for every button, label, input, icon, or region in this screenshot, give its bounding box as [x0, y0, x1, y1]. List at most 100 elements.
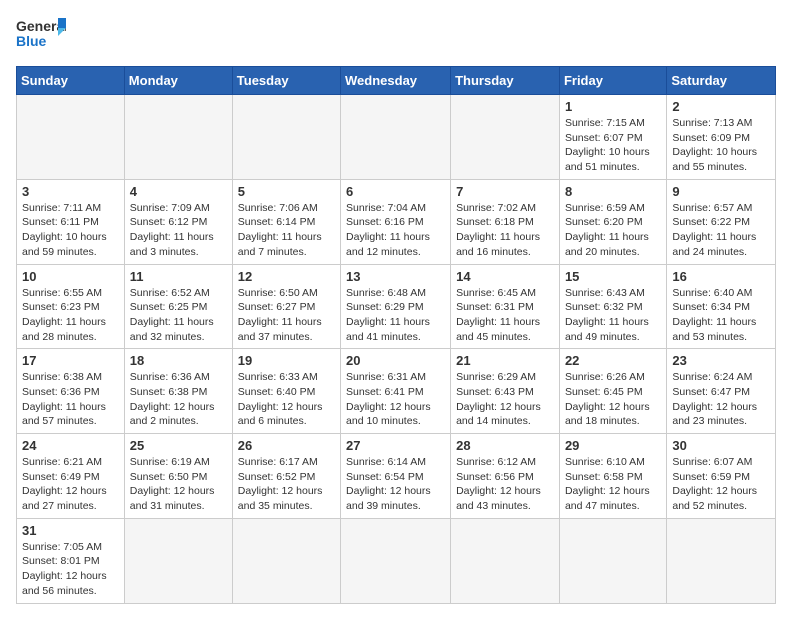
day-info: Sunrise: 6:29 AMSunset: 6:43 PMDaylight:…: [456, 370, 554, 429]
calendar-cell: 28 Sunrise: 6:12 AMSunset: 6:56 PMDayligh…: [451, 434, 560, 519]
day-number: 12: [238, 269, 335, 284]
day-number: 9: [672, 184, 770, 199]
logo: General Blue: [16, 16, 66, 56]
calendar-week-row: 10 Sunrise: 6:55 AMSunset: 6:23 PMDayligh…: [17, 264, 776, 349]
day-info: Sunrise: 7:09 AMSunset: 6:12 PMDaylight:…: [130, 201, 227, 260]
day-number: 30: [672, 438, 770, 453]
calendar-week-row: 17 Sunrise: 6:38 AMSunset: 6:36 PMDayligh…: [17, 349, 776, 434]
day-number: 2: [672, 99, 770, 114]
day-header-friday: Friday: [559, 67, 666, 95]
calendar-table: SundayMondayTuesdayWednesdayThursdayFrid…: [16, 66, 776, 604]
day-number: 14: [456, 269, 554, 284]
calendar-cell: [451, 95, 560, 180]
day-info: Sunrise: 6:38 AMSunset: 6:36 PMDaylight:…: [22, 370, 119, 429]
day-number: 4: [130, 184, 227, 199]
day-number: 25: [130, 438, 227, 453]
day-number: 10: [22, 269, 119, 284]
calendar-cell: 19 Sunrise: 6:33 AMSunset: 6:40 PMDayligh…: [232, 349, 340, 434]
calendar-cell: 10 Sunrise: 6:55 AMSunset: 6:23 PMDayligh…: [17, 264, 125, 349]
calendar-cell: 4 Sunrise: 7:09 AMSunset: 6:12 PMDaylight…: [124, 179, 232, 264]
day-info: Sunrise: 6:55 AMSunset: 6:23 PMDaylight:…: [22, 286, 119, 345]
day-info: Sunrise: 6:17 AMSunset: 6:52 PMDaylight:…: [238, 455, 335, 514]
day-info: Sunrise: 6:07 AMSunset: 6:59 PMDaylight:…: [672, 455, 770, 514]
day-header-sunday: Sunday: [17, 67, 125, 95]
calendar-cell: 25Sunrise: 6:19 AMSunset: 6:50 PMDayligh…: [124, 434, 232, 519]
day-number: 22: [565, 353, 661, 368]
day-info: Sunrise: 7:02 AMSunset: 6:18 PMDaylight:…: [456, 201, 554, 260]
day-number: 20: [346, 353, 445, 368]
calendar-cell: [451, 518, 560, 603]
calendar-cell: 7 Sunrise: 7:02 AMSunset: 6:18 PMDaylight…: [451, 179, 560, 264]
calendar-cell: 1 Sunrise: 7:15 AMSunset: 6:07 PMDaylight…: [559, 95, 666, 180]
svg-text:Blue: Blue: [16, 33, 47, 49]
day-info: Sunrise: 6:10 AMSunset: 6:58 PMDaylight:…: [565, 455, 661, 514]
day-info: Sunrise: 6:57 AMSunset: 6:22 PMDaylight:…: [672, 201, 770, 260]
day-number: 29: [565, 438, 661, 453]
calendar-cell: 21 Sunrise: 6:29 AMSunset: 6:43 PMDayligh…: [451, 349, 560, 434]
calendar-week-row: 31 Sunrise: 7:05 AMSunset: 8:01 PMDayligh…: [17, 518, 776, 603]
calendar-cell: [124, 95, 232, 180]
calendar-week-row: 24Sunrise: 6:21 AMSunset: 6:49 PMDayligh…: [17, 434, 776, 519]
calendar-header-row: SundayMondayTuesdayWednesdayThursdayFrid…: [17, 67, 776, 95]
calendar-cell: 3Sunrise: 7:11 AMSunset: 6:11 PMDaylight…: [17, 179, 125, 264]
day-info: Sunrise: 6:33 AMSunset: 6:40 PMDaylight:…: [238, 370, 335, 429]
day-info: Sunrise: 7:15 AMSunset: 6:07 PMDaylight:…: [565, 116, 661, 175]
day-header-monday: Monday: [124, 67, 232, 95]
day-info: Sunrise: 6:26 AMSunset: 6:45 PMDaylight:…: [565, 370, 661, 429]
day-number: 31: [22, 523, 119, 538]
day-number: 11: [130, 269, 227, 284]
day-info: Sunrise: 6:12 AMSunset: 6:56 PMDaylight:…: [456, 455, 554, 514]
calendar-cell: 30 Sunrise: 6:07 AMSunset: 6:59 PMDayligh…: [667, 434, 776, 519]
calendar-cell: [341, 95, 451, 180]
calendar-cell: 11Sunrise: 6:52 AMSunset: 6:25 PMDayligh…: [124, 264, 232, 349]
day-info: Sunrise: 6:45 AMSunset: 6:31 PMDaylight:…: [456, 286, 554, 345]
calendar-week-row: 1 Sunrise: 7:15 AMSunset: 6:07 PMDaylight…: [17, 95, 776, 180]
calendar-cell: [232, 95, 340, 180]
day-info: Sunrise: 6:43 AMSunset: 6:32 PMDaylight:…: [565, 286, 661, 345]
day-number: 19: [238, 353, 335, 368]
day-number: 13: [346, 269, 445, 284]
day-info: Sunrise: 6:14 AMSunset: 6:54 PMDaylight:…: [346, 455, 445, 514]
day-info: Sunrise: 6:36 AMSunset: 6:38 PMDaylight:…: [130, 370, 227, 429]
calendar-week-row: 3Sunrise: 7:11 AMSunset: 6:11 PMDaylight…: [17, 179, 776, 264]
day-number: 16: [672, 269, 770, 284]
calendar-cell: 26Sunrise: 6:17 AMSunset: 6:52 PMDayligh…: [232, 434, 340, 519]
calendar-cell: 27 Sunrise: 6:14 AMSunset: 6:54 PMDayligh…: [341, 434, 451, 519]
day-info: Sunrise: 7:13 AMSunset: 6:09 PMDaylight:…: [672, 116, 770, 175]
calendar-cell: 2 Sunrise: 7:13 AMSunset: 6:09 PMDaylight…: [667, 95, 776, 180]
calendar-cell: [341, 518, 451, 603]
calendar-cell: 9 Sunrise: 6:57 AMSunset: 6:22 PMDaylight…: [667, 179, 776, 264]
calendar-cell: 29 Sunrise: 6:10 AMSunset: 6:58 PMDayligh…: [559, 434, 666, 519]
page-header: General Blue: [16, 16, 776, 56]
day-number: 21: [456, 353, 554, 368]
day-header-tuesday: Tuesday: [232, 67, 340, 95]
day-info: Sunrise: 6:48 AMSunset: 6:29 PMDaylight:…: [346, 286, 445, 345]
day-info: Sunrise: 6:31 AMSunset: 6:41 PMDaylight:…: [346, 370, 445, 429]
day-info: Sunrise: 6:59 AMSunset: 6:20 PMDaylight:…: [565, 201, 661, 260]
calendar-cell: 20 Sunrise: 6:31 AMSunset: 6:41 PMDayligh…: [341, 349, 451, 434]
day-number: 27: [346, 438, 445, 453]
calendar-cell: 15Sunrise: 6:43 AMSunset: 6:32 PMDayligh…: [559, 264, 666, 349]
calendar-cell: 13 Sunrise: 6:48 AMSunset: 6:29 PMDayligh…: [341, 264, 451, 349]
calendar-cell: 22 Sunrise: 6:26 AMSunset: 6:45 PMDayligh…: [559, 349, 666, 434]
calendar-cell: 12Sunrise: 6:50 AMSunset: 6:27 PMDayligh…: [232, 264, 340, 349]
day-info: Sunrise: 6:21 AMSunset: 6:49 PMDaylight:…: [22, 455, 119, 514]
calendar-cell: 23Sunrise: 6:24 AMSunset: 6:47 PMDayligh…: [667, 349, 776, 434]
day-number: 5: [238, 184, 335, 199]
calendar-cell: 31 Sunrise: 7:05 AMSunset: 8:01 PMDayligh…: [17, 518, 125, 603]
calendar-cell: 17 Sunrise: 6:38 AMSunset: 6:36 PMDayligh…: [17, 349, 125, 434]
day-info: Sunrise: 7:05 AMSunset: 8:01 PMDaylight:…: [22, 540, 119, 599]
day-info: Sunrise: 7:04 AMSunset: 6:16 PMDaylight:…: [346, 201, 445, 260]
day-number: 28: [456, 438, 554, 453]
day-number: 7: [456, 184, 554, 199]
calendar-cell: [559, 518, 666, 603]
day-number: 6: [346, 184, 445, 199]
day-number: 1: [565, 99, 661, 114]
calendar-cell: [17, 95, 125, 180]
logo-icon: General Blue: [16, 16, 66, 56]
calendar-cell: 16Sunrise: 6:40 AMSunset: 6:34 PMDayligh…: [667, 264, 776, 349]
day-number: 8: [565, 184, 661, 199]
calendar-cell: 8 Sunrise: 6:59 AMSunset: 6:20 PMDaylight…: [559, 179, 666, 264]
calendar-cell: [667, 518, 776, 603]
day-number: 17: [22, 353, 119, 368]
